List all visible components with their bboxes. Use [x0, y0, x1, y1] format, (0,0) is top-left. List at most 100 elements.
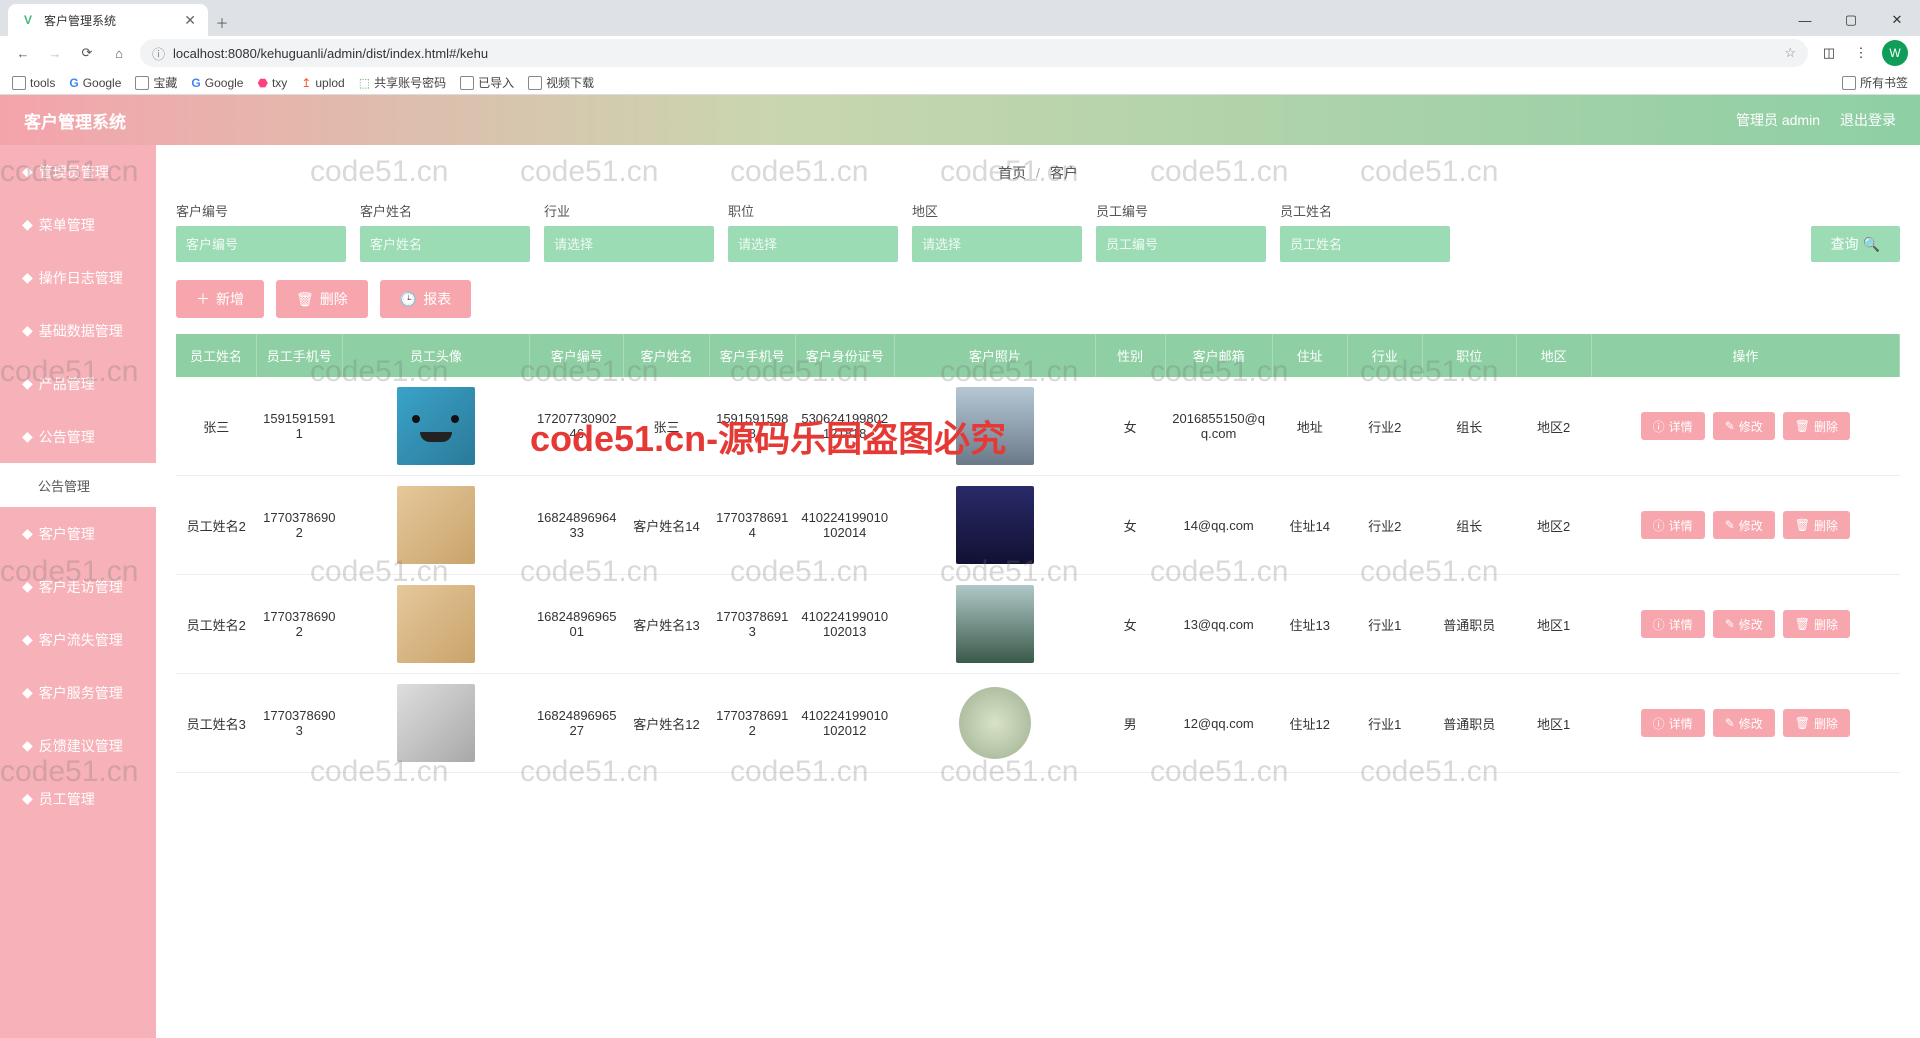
google-icon: G	[69, 76, 78, 90]
row-detail-button[interactable]: ⓘ详情	[1641, 511, 1705, 539]
cell-gender: 女	[1095, 575, 1165, 674]
field-label: 员工编号	[1096, 201, 1266, 220]
folder-icon	[12, 76, 26, 90]
sidebar-item-product[interactable]: ◆产品管理	[0, 357, 156, 410]
bookmark-item[interactable]: ⬣txy	[257, 76, 287, 90]
row-delete-button[interactable]: 🗑删除	[1783, 709, 1850, 737]
bookmark-item[interactable]: tools	[12, 76, 55, 90]
new-tab-button[interactable]: ＋	[208, 8, 236, 36]
cell-position: 组长	[1422, 377, 1516, 476]
row-edit-button[interactable]: ✎修改	[1713, 709, 1775, 737]
menu-icon[interactable]: ⋮	[1850, 42, 1872, 64]
window-minimize-icon[interactable]: —	[1782, 4, 1828, 36]
row-edit-button[interactable]: ✎修改	[1713, 511, 1775, 539]
delete-button[interactable]: 🗑删除	[276, 280, 368, 318]
cell-cust-no: 1720773090246	[530, 377, 624, 476]
diamond-icon: ◆	[22, 684, 33, 701]
query-button[interactable]: 查询🔍	[1811, 226, 1900, 262]
sidebar-item-admin[interactable]: ◆管理员管理	[0, 145, 156, 198]
row-detail-button[interactable]: ⓘ详情	[1641, 610, 1705, 638]
bookmark-item[interactable]: 已导入	[460, 74, 514, 91]
sidebar-item-lost[interactable]: ◆客户流失管理	[0, 613, 156, 666]
cell-emp-name: 员工姓名2	[176, 575, 256, 674]
cell-email: 13@qq.com	[1165, 575, 1272, 674]
tab-close-icon[interactable]: ✕	[184, 12, 196, 29]
window-maximize-icon[interactable]: ▢	[1828, 4, 1874, 36]
th-cust-id: 客户身份证号	[795, 334, 894, 377]
report-button[interactable]: 🕒报表	[380, 280, 471, 318]
search-icon: 🔍	[1863, 236, 1880, 253]
trash-icon: 🗑	[296, 291, 314, 308]
bookmark-item[interactable]: ⬚共享账号密码	[359, 74, 446, 91]
cell-addr: 住址13	[1272, 575, 1347, 674]
sidebar-item-announce-sub[interactable]: 公告管理	[0, 463, 156, 507]
sidebar-item-menu[interactable]: ◆菜单管理	[0, 198, 156, 251]
add-button[interactable]: ＋新增	[176, 280, 264, 318]
trash-icon: 🗑	[1795, 716, 1810, 730]
bookmark-item[interactable]: GGoogle	[69, 76, 121, 90]
tab-bar: V 客户管理系统 ✕ ＋ — ▢ ✕	[0, 0, 1920, 36]
emp-name-input[interactable]	[1280, 226, 1450, 262]
profile-avatar[interactable]: W	[1882, 40, 1908, 66]
sidebar-item-announce[interactable]: ◆公告管理	[0, 410, 156, 463]
field-label: 客户姓名	[360, 201, 530, 220]
row-edit-button[interactable]: ✎修改	[1713, 610, 1775, 638]
industry-select[interactable]	[544, 226, 714, 262]
row-delete-button[interactable]: 🗑删除	[1783, 412, 1850, 440]
bookmark-star-icon[interactable]: ☆	[1784, 45, 1796, 61]
logout-link[interactable]: 退出登录	[1840, 110, 1896, 130]
nav-forward-icon[interactable]: →	[44, 42, 66, 64]
row-delete-button[interactable]: 🗑删除	[1783, 610, 1850, 638]
diamond-icon: ◆	[22, 163, 33, 180]
table-row: 员工姓名2 17703786902 1682489696433 客户姓名14 1…	[176, 476, 1900, 575]
plus-icon: ＋	[196, 289, 210, 309]
cell-emp-phone: 17703786903	[256, 674, 342, 773]
cust-name-input[interactable]	[360, 226, 530, 262]
url-box[interactable]: ⓘ localhost:8080/kehuguanli/admin/dist/i…	[140, 39, 1808, 67]
th-emp-avatar: 员工头像	[342, 334, 530, 377]
bookmark-item[interactable]: GGoogle	[191, 76, 243, 90]
breadcrumb-home[interactable]: 首页	[998, 165, 1026, 181]
cust-no-input[interactable]	[176, 226, 346, 262]
cell-emp-phone: 17703786902	[256, 575, 342, 674]
cell-cust-name: 客户姓名13	[624, 575, 710, 674]
extensions-icon[interactable]: ◫	[1818, 42, 1840, 64]
admin-label[interactable]: 管理员 admin	[1736, 110, 1820, 130]
cell-cust-phone: 15915915988	[709, 377, 795, 476]
field-label: 客户编号	[176, 201, 346, 220]
cust-photo-img	[959, 687, 1031, 759]
all-bookmarks[interactable]: 所有书签	[1842, 74, 1908, 91]
nav-reload-icon[interactable]: ⟳	[76, 42, 98, 64]
cell-industry: 行业2	[1347, 377, 1422, 476]
sidebar-item-log[interactable]: ◆操作日志管理	[0, 251, 156, 304]
bookmark-item[interactable]: 视频下载	[528, 74, 594, 91]
sidebar-item-service[interactable]: ◆客户服务管理	[0, 666, 156, 719]
browser-tab[interactable]: V 客户管理系统 ✕	[8, 4, 208, 36]
info-icon: ⓘ	[1653, 517, 1665, 534]
cell-emp-name: 员工姓名3	[176, 674, 256, 773]
emp-no-input[interactable]	[1096, 226, 1266, 262]
sidebar-item-visit[interactable]: ◆客户走访管理	[0, 560, 156, 613]
bookmark-item[interactable]: 宝藏	[135, 74, 177, 91]
site-info-icon[interactable]: ⓘ	[152, 44, 165, 63]
row-delete-button[interactable]: 🗑删除	[1783, 511, 1850, 539]
sidebar-item-employee[interactable]: ◆员工管理	[0, 772, 156, 825]
bookmark-item[interactable]: ↥uplod	[301, 76, 344, 90]
sidebar-item-customer[interactable]: ◆客户管理	[0, 507, 156, 560]
position-select[interactable]	[728, 226, 898, 262]
cell-cust-id: 410224199010102013	[795, 575, 894, 674]
row-detail-button[interactable]: ⓘ详情	[1641, 709, 1705, 737]
nav-back-icon[interactable]: ←	[12, 42, 34, 64]
cell-cust-id: 530624199802121818	[795, 377, 894, 476]
sidebar-item-feedback[interactable]: ◆反馈建议管理	[0, 719, 156, 772]
row-edit-button[interactable]: ✎修改	[1713, 412, 1775, 440]
row-detail-button[interactable]: ⓘ详情	[1641, 412, 1705, 440]
folder-icon	[528, 76, 542, 90]
area-select[interactable]	[912, 226, 1082, 262]
th-emp-name: 员工姓名	[176, 334, 256, 377]
cell-area: 地区2	[1516, 476, 1591, 575]
sidebar-item-basic[interactable]: ◆基础数据管理	[0, 304, 156, 357]
folder-icon	[135, 76, 149, 90]
window-close-icon[interactable]: ✕	[1874, 4, 1920, 36]
nav-home-icon[interactable]: ⌂	[108, 42, 130, 64]
